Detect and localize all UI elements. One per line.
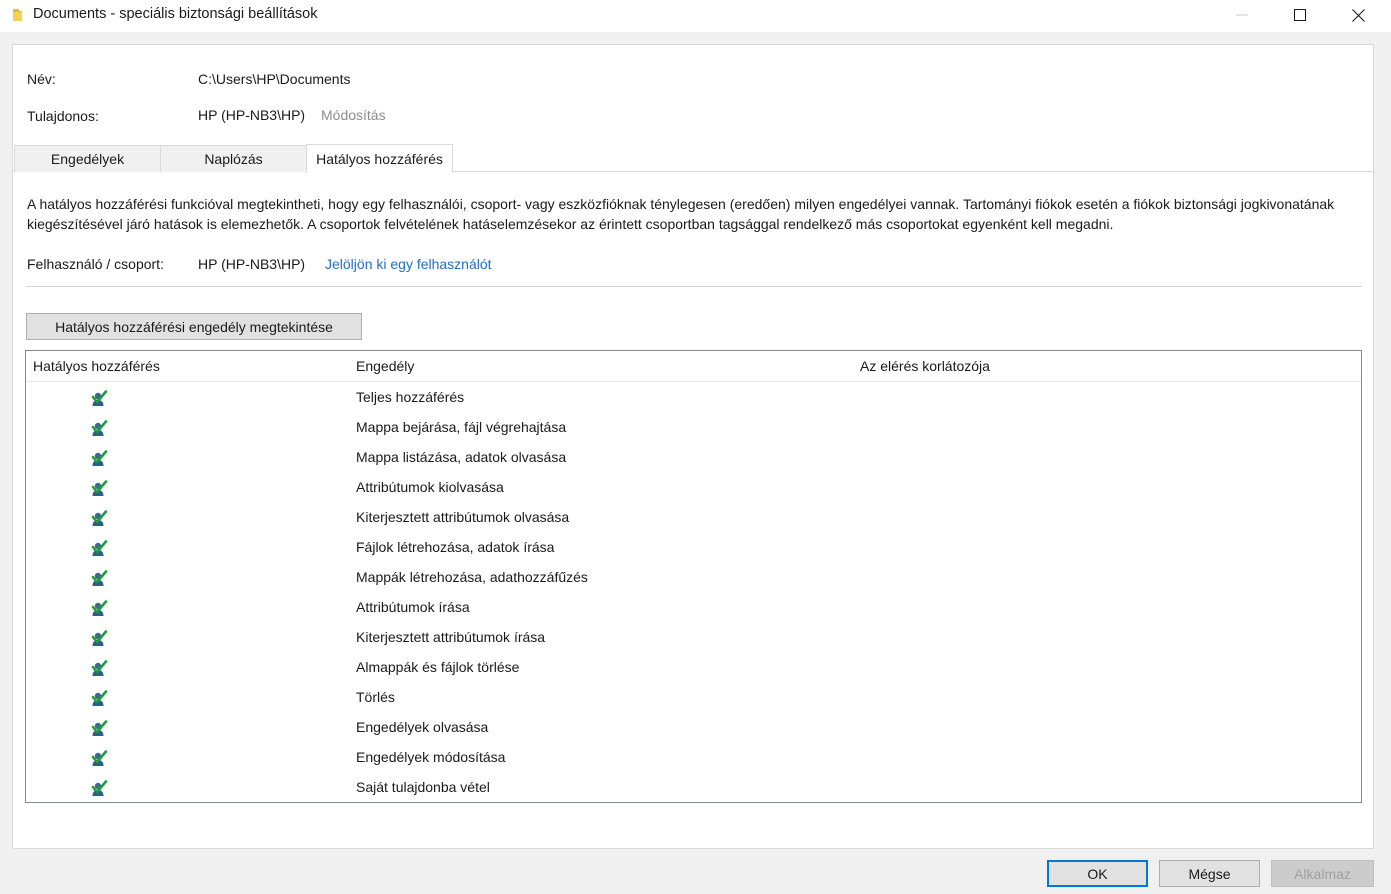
permission-name: Attribútumok írása — [356, 599, 470, 615]
maximize-button[interactable] — [1271, 0, 1329, 30]
user-check-icon — [90, 420, 108, 438]
tab-auditing[interactable]: Naplózás — [160, 145, 307, 172]
maximize-icon — [1294, 9, 1306, 21]
user-check-icon — [90, 510, 108, 528]
user-check-icon — [90, 690, 108, 708]
minimize-button[interactable] — [1213, 0, 1271, 30]
tab-effective-access[interactable]: Hatályos hozzáférés — [306, 144, 453, 173]
permission-name: Attribútumok kiolvasása — [356, 479, 504, 495]
column-permission[interactable]: Engedély — [356, 358, 414, 374]
user-check-icon — [90, 660, 108, 678]
owner-label: Tulajdonos: — [27, 108, 99, 124]
user-check-icon — [90, 480, 108, 498]
permission-name: Engedélyek módosítása — [356, 749, 506, 765]
change-owner-link[interactable]: Módosítás — [321, 107, 386, 123]
user-check-icon — [90, 570, 108, 588]
separator — [26, 286, 1362, 287]
user-check-icon — [90, 390, 108, 408]
table-row[interactable]: Almappák és fájlok törlése — [26, 653, 1361, 683]
name-label: Név: — [27, 71, 56, 87]
table-row[interactable]: Fájlok létrehozása, adatok írása — [26, 533, 1361, 563]
permission-name: Kiterjesztett attribútumok írása — [356, 629, 546, 645]
title-bar: Documents - speciális biztonsági beállít… — [0, 0, 1391, 32]
permission-name: Mappák létrehozása, adathozzáfűzés — [356, 569, 588, 585]
user-check-icon — [90, 450, 108, 468]
user-check-icon — [90, 630, 108, 648]
table-row[interactable]: Attribútumok írása — [26, 593, 1361, 623]
table-row[interactable]: Teljes hozzáférés — [26, 383, 1361, 413]
user-group-label: Felhasználó / csoport: — [27, 256, 164, 272]
table-row[interactable]: Attribútumok kiolvasása — [26, 473, 1361, 503]
permission-name: Almappák és fájlok törlése — [356, 659, 520, 675]
permission-name: Fájlok létrehozása, adatok írása — [356, 539, 555, 555]
owner-value: HP (HP-NB3\HP) — [198, 107, 306, 123]
folder-icon — [13, 9, 22, 21]
user-check-icon — [90, 720, 108, 738]
permission-name: Saját tulajdonba vétel — [356, 779, 490, 795]
effective-access-description: A hatályos hozzáférési funkcióval megtek… — [27, 196, 1335, 232]
close-button[interactable] — [1329, 0, 1387, 30]
table-row[interactable]: Engedélyek módosítása — [26, 743, 1361, 773]
permission-name: Mappa listázása, adatok olvasása — [356, 449, 567, 465]
effective-access-table[interactable]: Hatályos hozzáférés Engedély Az elérés k… — [25, 350, 1362, 803]
user-group-value: HP (HP-NB3\HP) — [198, 256, 306, 272]
permission-name: Kiterjesztett attribútumok olvasása — [356, 509, 570, 525]
user-check-icon — [90, 600, 108, 618]
user-check-icon — [90, 780, 108, 798]
column-limited-by[interactable]: Az elérés korlátozója — [860, 358, 990, 374]
table-row[interactable]: Engedélyek olvasása — [26, 713, 1361, 743]
permission-name: Engedélyek olvasása — [356, 719, 489, 735]
minimize-icon — [1236, 14, 1248, 16]
table-row[interactable]: Kiterjesztett attribútumok olvasása — [26, 503, 1361, 533]
table-row[interactable]: Mappák létrehozása, adathozzáfűzés — [26, 563, 1361, 593]
user-check-icon — [90, 750, 108, 768]
close-icon — [1351, 8, 1365, 22]
table-row[interactable]: Mappa bejárása, fájl végrehajtása — [26, 413, 1361, 443]
window-title: Documents - speciális biztonsági beállít… — [33, 6, 318, 22]
user-check-icon — [90, 540, 108, 558]
cancel-button[interactable]: Mégse — [1159, 860, 1260, 887]
permission-name: Mappa bejárása, fájl végrehajtása — [356, 419, 567, 435]
column-effective-access[interactable]: Hatályos hozzáférés — [33, 358, 160, 374]
permission-name: Törlés — [356, 689, 395, 705]
table-row[interactable]: Törlés — [26, 683, 1361, 713]
table-header: Hatályos hozzáférés Engedély Az elérés k… — [26, 351, 1361, 382]
table-row[interactable]: Mappa listázása, adatok olvasása — [26, 443, 1361, 473]
select-user-link[interactable]: Jelöljön ki egy felhasználót — [325, 256, 492, 272]
permission-name: Teljes hozzáférés — [356, 389, 465, 405]
table-row[interactable]: Saját tulajdonba vétel — [26, 773, 1361, 803]
name-value: C:\Users\HP\Documents — [198, 71, 351, 87]
tab-permissions[interactable]: Engedélyek — [14, 145, 161, 172]
view-effective-access-button[interactable]: Hatályos hozzáférési engedély megtekinté… — [26, 313, 362, 340]
apply-button[interactable]: Alkalmaz — [1271, 860, 1374, 887]
table-row[interactable]: Kiterjesztett attribútumok írása — [26, 623, 1361, 653]
ok-button[interactable]: OK — [1047, 860, 1148, 887]
